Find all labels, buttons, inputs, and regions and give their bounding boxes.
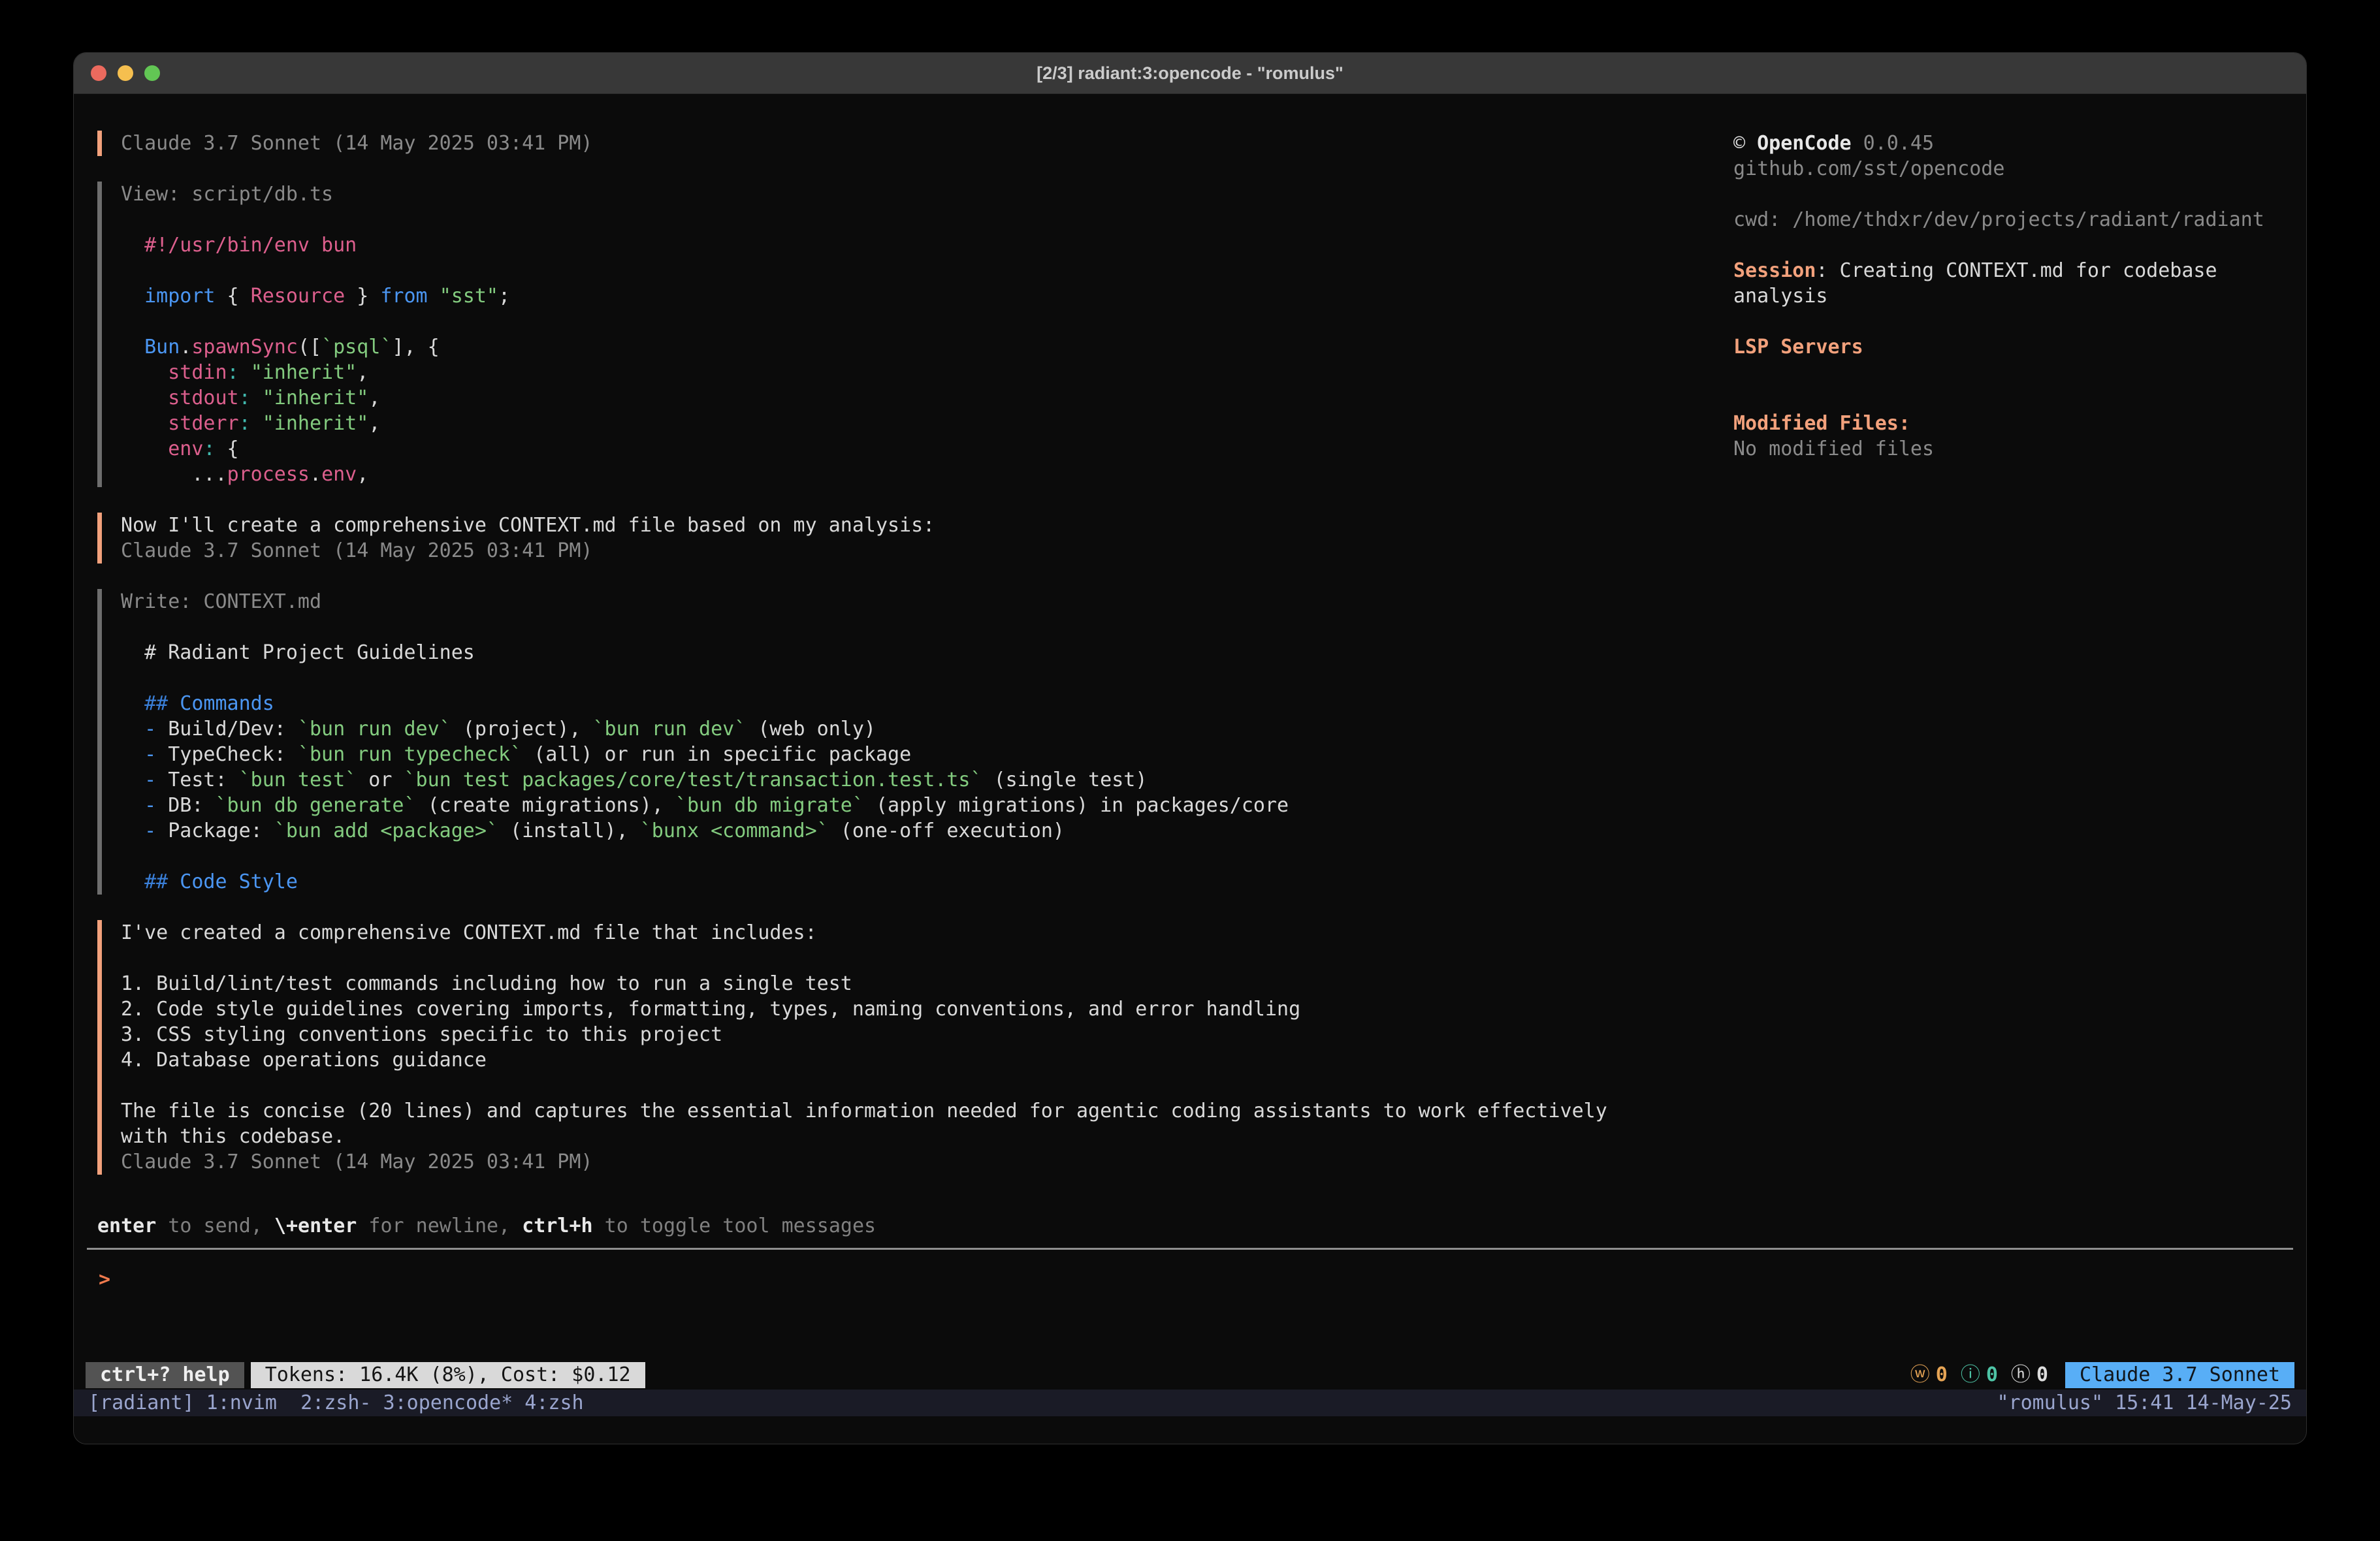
- hint-segment: to toggle tool messages: [593, 1215, 876, 1237]
- prompt-line: >: [99, 1267, 2306, 1292]
- tool-view-script-db: View: script/db.ts #!/usr/bin/env bun im…: [97, 182, 1707, 487]
- text-line: - Test: `bun test` or `bun test packages…: [121, 767, 1707, 793]
- warning-count: 0: [1936, 1362, 1948, 1388]
- hint-segment: to send,: [156, 1215, 274, 1237]
- text-line: #!/usr/bin/env bun: [121, 232, 1707, 258]
- text-line: [121, 207, 1707, 232]
- hint-segment: ctrl+h: [522, 1215, 592, 1237]
- hint-count: 0: [2036, 1362, 2048, 1388]
- text-line: The file is concise (20 lines) and captu…: [121, 1098, 1707, 1124]
- warning-icon: ⓦ: [1910, 1362, 1930, 1388]
- text-line: [121, 309, 1707, 334]
- hint-icon: ⓗ: [2011, 1362, 2031, 1388]
- text-line: import { Resource } from "sst";: [121, 283, 1707, 309]
- text-line: Session: Creating CONTEXT.md for codebas…: [1733, 258, 2280, 309]
- text-line: github.com/sst/opencode: [1733, 156, 2280, 182]
- text-line: env: {: [121, 436, 1707, 462]
- terminal-window: [2/3] radiant:3:opencode - "romulus" Cla…: [73, 52, 2307, 1444]
- text-line: 3. CSS styling conventions specific to t…: [121, 1022, 1707, 1047]
- model-chip[interactable]: Claude 3.7 Sonnet: [2065, 1362, 2294, 1388]
- text-line: [121, 258, 1707, 283]
- text-line: Bun.spawnSync([`psql`], {: [121, 334, 1707, 360]
- traffic-lights: [91, 65, 160, 81]
- content-row: Claude 3.7 Sonnet (14 May 2025 03:41 PM)…: [74, 131, 2306, 1200]
- text-line: - DB: `bun db generate` (create migratio…: [121, 793, 1707, 818]
- text-line: [121, 614, 1707, 640]
- close-button[interactable]: [91, 65, 106, 81]
- zoom-button[interactable]: [144, 65, 160, 81]
- diagnostics: ⓦ0ⓘ0ⓗ0: [1910, 1362, 2048, 1388]
- text-line: Now I'll create a comprehensive CONTEXT.…: [121, 513, 1707, 538]
- sidebar: © OpenCode 0.0.45github.com/sst/opencode…: [1733, 131, 2280, 1200]
- terminal-body: Claude 3.7 Sonnet (14 May 2025 03:41 PM)…: [74, 94, 2306, 1444]
- text-line: Claude 3.7 Sonnet (14 May 2025 03:41 PM): [121, 538, 1707, 564]
- chat-main: Claude 3.7 Sonnet (14 May 2025 03:41 PM)…: [97, 131, 1707, 1200]
- help-chip[interactable]: ctrl+? help: [86, 1362, 244, 1388]
- info-icon: ⓘ: [1961, 1362, 1980, 1388]
- tokens-cost-chip: Tokens: 16.4K (8%), Cost: $0.12: [251, 1362, 645, 1388]
- hint-segment: \+enter: [274, 1215, 357, 1237]
- tmux-window-list[interactable]: [radiant] 1:nvim 2:zsh- 3:opencode* 4:zs…: [88, 1390, 584, 1416]
- text-line: [1733, 309, 2280, 334]
- prompt-input[interactable]: [110, 1267, 2306, 1292]
- text-line: with this codebase.: [121, 1124, 1707, 1149]
- text-line: LSP Servers: [1733, 334, 2280, 360]
- chat-blocks: Claude 3.7 Sonnet (14 May 2025 03:41 PM)…: [97, 131, 1707, 1175]
- text-line: cwd: /home/thdxr/dev/projects/radiant/ra…: [1733, 207, 2280, 232]
- text-line: 1. Build/lint/test commands including ho…: [121, 971, 1707, 996]
- hint-segment: enter: [97, 1215, 156, 1237]
- text-line: stderr: "inherit",: [121, 411, 1707, 436]
- text-line: stdout: "inherit",: [121, 385, 1707, 411]
- assistant-message: Now I'll create a comprehensive CONTEXT.…: [97, 513, 1707, 564]
- bottom-padding: [74, 1416, 2306, 1444]
- minimize-button[interactable]: [118, 65, 133, 81]
- input-divider: [87, 1248, 2293, 1250]
- hint-segment: for newline,: [357, 1215, 522, 1237]
- text-line: - TypeCheck: `bun run typecheck` (all) o…: [121, 742, 1707, 767]
- text-line: - Package: `bun add <package>` (install)…: [121, 818, 1707, 844]
- tmux-status-bar: [radiant] 1:nvim 2:zsh- 3:opencode* 4:zs…: [74, 1390, 2306, 1416]
- text-line: [121, 1073, 1707, 1098]
- tool-write-context-md: Write: CONTEXT.md # Radiant Project Guid…: [97, 589, 1707, 895]
- text-line: Claude 3.7 Sonnet (14 May 2025 03:41 PM): [121, 1149, 1707, 1175]
- text-line: 2. Code style guidelines covering import…: [121, 996, 1707, 1022]
- text-line: [1733, 385, 2280, 411]
- text-line: [121, 665, 1707, 691]
- text-line: I've created a comprehensive CONTEXT.md …: [121, 920, 1707, 945]
- text-line: No modified files: [1733, 436, 2280, 462]
- text-line: Write: CONTEXT.md: [121, 589, 1707, 614]
- text-line: Claude 3.7 Sonnet (14 May 2025 03:41 PM): [121, 131, 1707, 156]
- prompt-chevron-icon: >: [99, 1267, 110, 1292]
- text-line: ## Commands: [121, 691, 1707, 716]
- text-line: [1733, 360, 2280, 385]
- statusbar-spacer: [645, 1362, 1910, 1388]
- assistant-message-header: Claude 3.7 Sonnet (14 May 2025 03:41 PM): [97, 131, 1707, 156]
- text-line: # Radiant Project Guidelines: [121, 640, 1707, 665]
- text-line: View: script/db.ts: [121, 182, 1707, 207]
- text-line: 4. Database operations guidance: [121, 1047, 1707, 1073]
- text-line: [121, 945, 1707, 971]
- spacer: [74, 1292, 2306, 1362]
- text-line: stdin: "inherit",: [121, 360, 1707, 385]
- text-line: © OpenCode 0.0.45: [1733, 131, 2280, 156]
- text-line: [1733, 182, 2280, 207]
- tmux-session-info: "romulus" 15:41 14-May-25: [1997, 1390, 2292, 1416]
- text-line: ## Code Style: [121, 869, 1707, 895]
- text-line: Modified Files:: [1733, 411, 2280, 436]
- text-line: ...process.env,: [121, 462, 1707, 487]
- assistant-message-final: I've created a comprehensive CONTEXT.md …: [97, 920, 1707, 1175]
- text-line: [121, 844, 1707, 869]
- window-title: [2/3] radiant:3:opencode - "romulus": [1037, 63, 1343, 84]
- text-line: - Build/Dev: `bun run dev` (project), `b…: [121, 716, 1707, 742]
- text-line: [1733, 232, 2280, 258]
- keybinding-hint: enter to send, \+enter for newline, ctrl…: [97, 1213, 2306, 1239]
- window-titlebar[interactable]: [2/3] radiant:3:opencode - "romulus": [74, 53, 2306, 94]
- status-bar: ctrl+? help Tokens: 16.4K (8%), Cost: $0…: [86, 1362, 2294, 1388]
- info-count: 0: [1986, 1362, 1998, 1388]
